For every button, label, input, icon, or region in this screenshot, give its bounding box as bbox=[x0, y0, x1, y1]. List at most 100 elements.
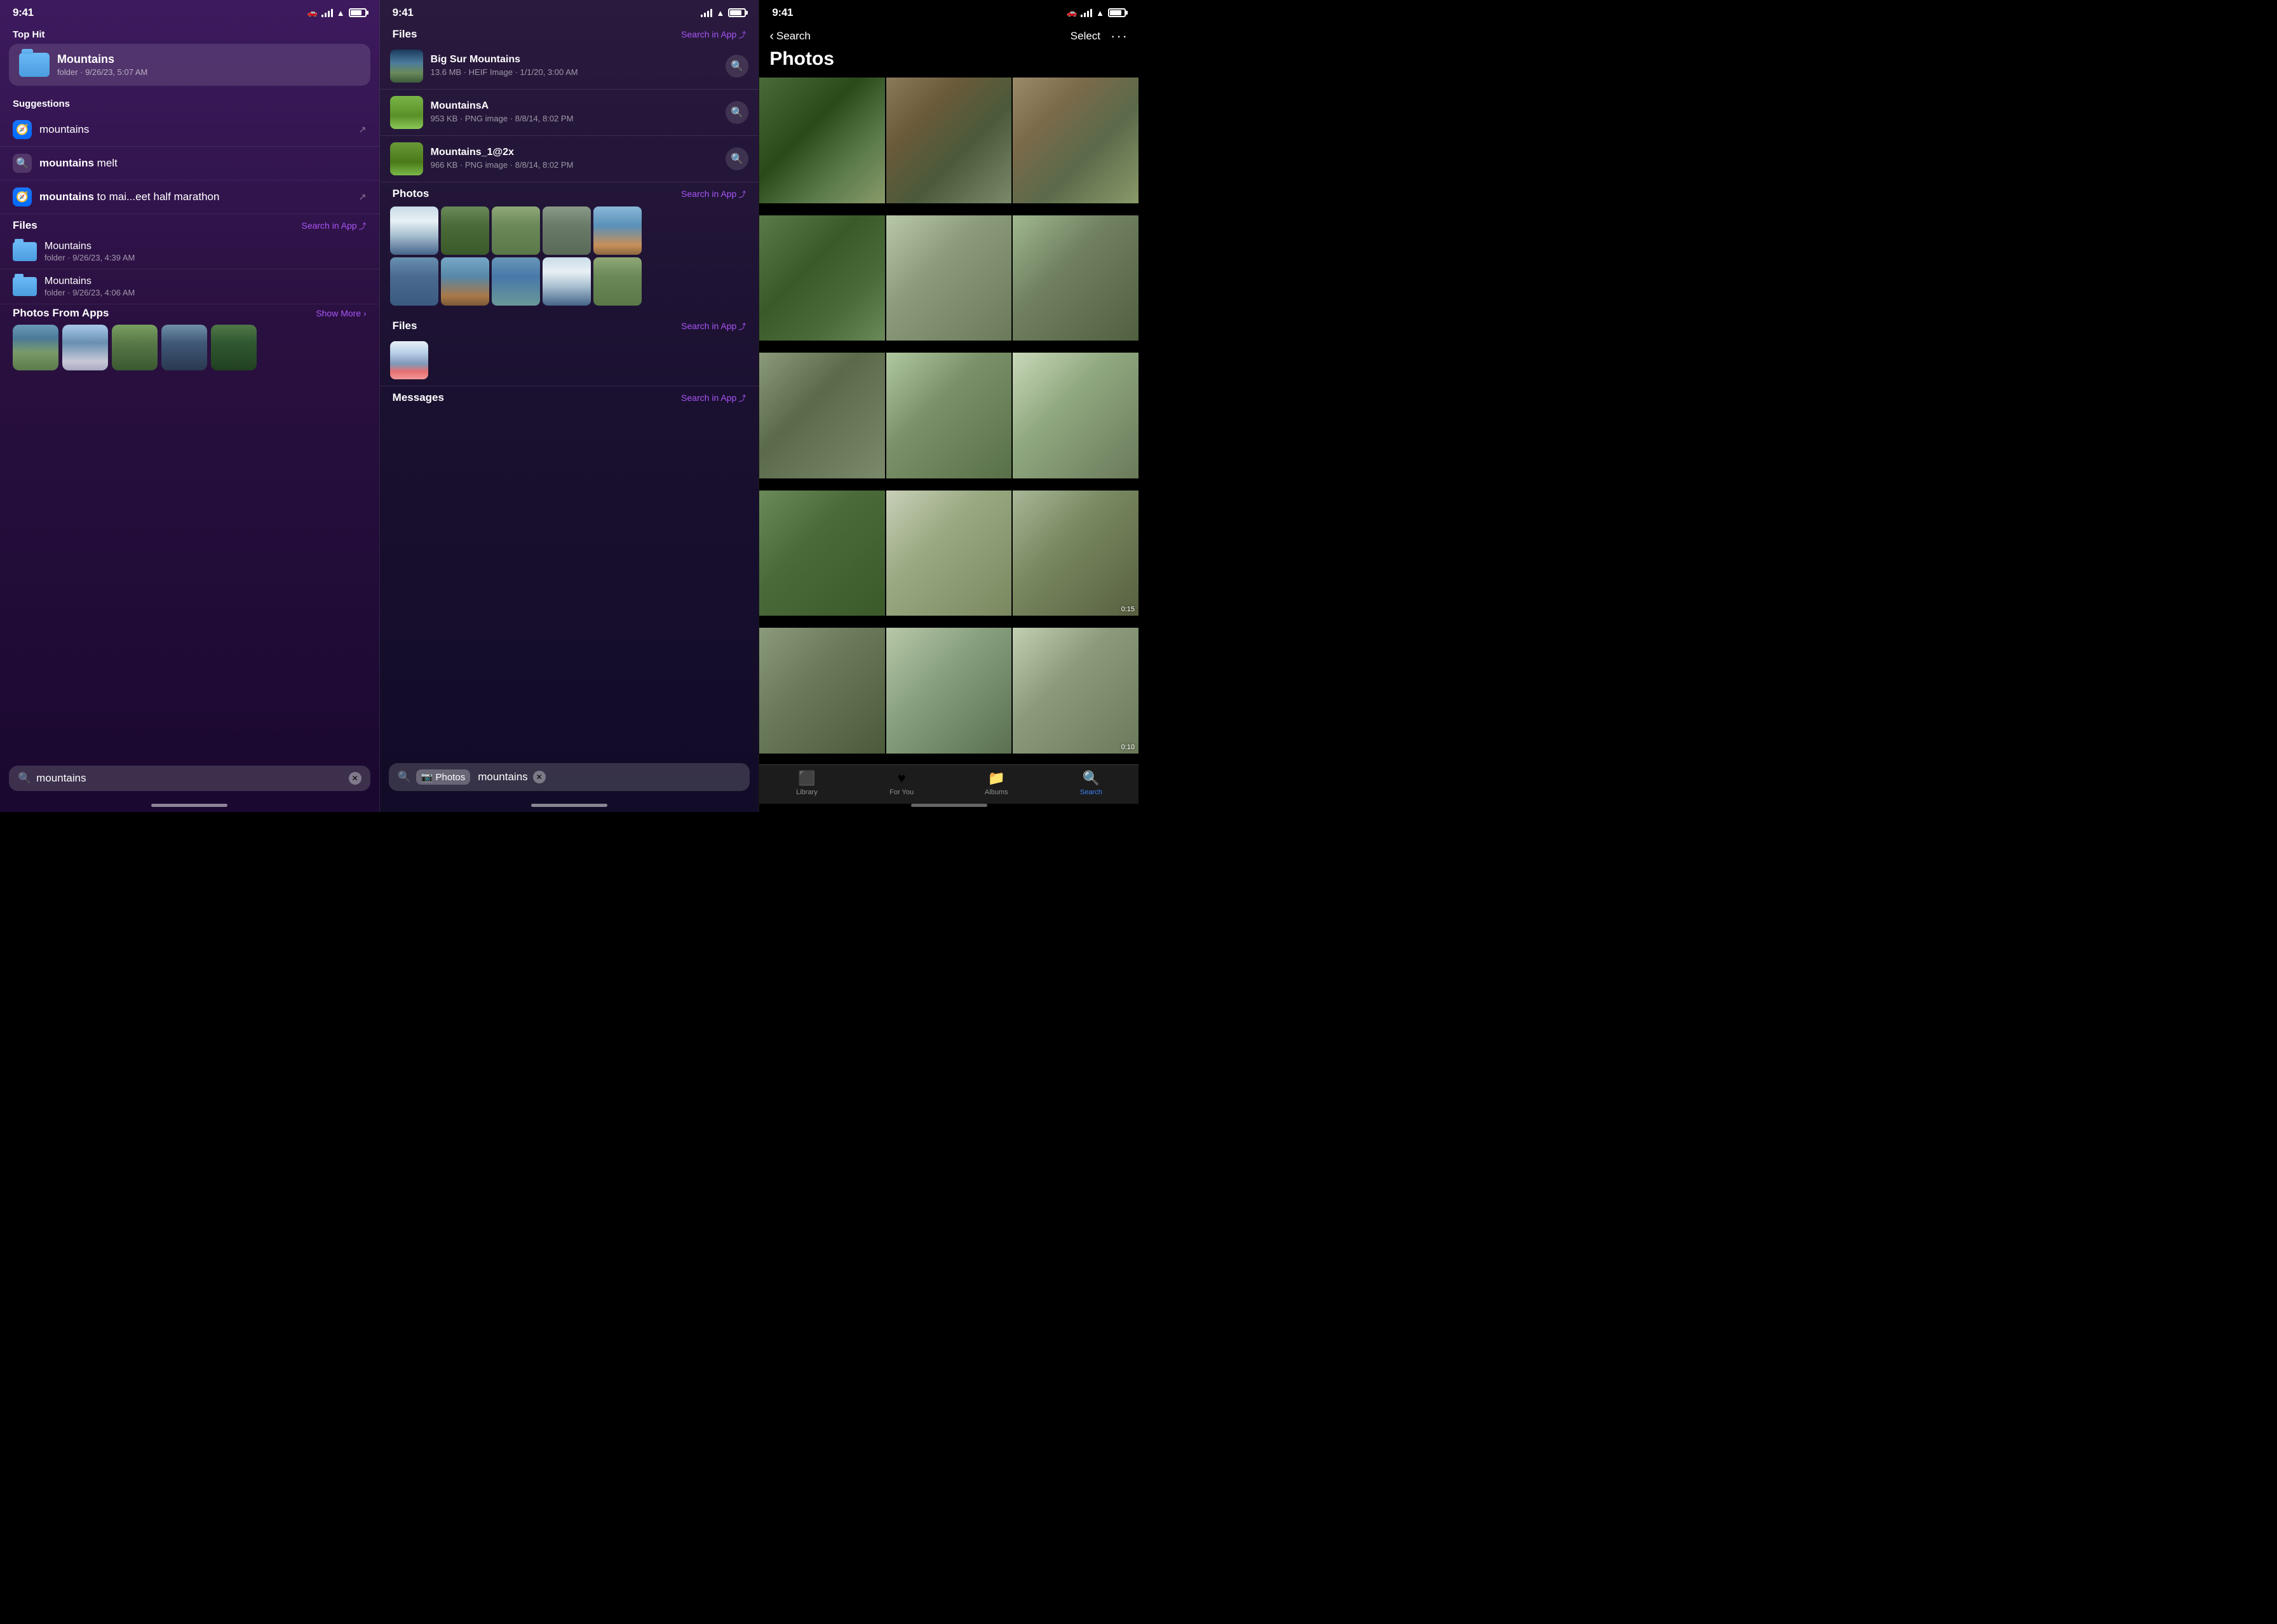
search-text-2[interactable]: mountains bbox=[478, 771, 527, 783]
clear-button-2[interactable]: ✕ bbox=[533, 771, 546, 783]
app-photo-4[interactable] bbox=[161, 325, 207, 370]
file-result-mountains1[interactable]: Mountains_1@2x 966 KB · PNG image · 8/8/… bbox=[380, 136, 759, 182]
app-photo-3[interactable] bbox=[112, 325, 158, 370]
photo-cell-6[interactable] bbox=[1013, 215, 1138, 341]
status-time-3: 9:41 bbox=[772, 6, 793, 19]
spotlight-search-panel: 9:41 🚗 ▲ Top Hit Mountains folder · 9/26… bbox=[0, 0, 379, 812]
tab-for-you[interactable]: ♥ For You bbox=[855, 770, 949, 796]
file-result-mountainsa[interactable]: MountainsA 953 KB · PNG image · 8/8/14, … bbox=[380, 90, 759, 136]
search-button-mountainsa[interactable]: 🔍 bbox=[726, 101, 748, 124]
search-bar-2[interactable]: 🔍 📷 Photos mountains ✕ bbox=[389, 763, 750, 791]
file-thumb-mountains1 bbox=[390, 142, 423, 175]
photo-cell-13[interactable] bbox=[759, 628, 885, 754]
file-info-mountains1: Mountains_1@2x 966 KB · PNG image · 8/8/… bbox=[431, 147, 719, 171]
photo-cell-1[interactable] bbox=[759, 78, 885, 203]
search-button-bigsur[interactable]: 🔍 bbox=[726, 55, 748, 78]
photo-cell-8[interactable] bbox=[886, 353, 1012, 478]
photo-thumb-p2-10[interactable] bbox=[593, 257, 642, 306]
tab-library-label: Library bbox=[796, 788, 818, 796]
search-icon-bar-2: 🔍 bbox=[398, 771, 411, 783]
photo-thumb-p2-5[interactable] bbox=[593, 206, 642, 255]
app-photo-1[interactable] bbox=[13, 325, 58, 370]
suggestion-item-search-1[interactable]: 🔍 mountains melt bbox=[0, 147, 379, 180]
more-button[interactable]: ··· bbox=[1111, 28, 1128, 44]
photo-thumb-p2-8[interactable] bbox=[492, 257, 540, 306]
external-link-icon-1: ⤴ bbox=[359, 220, 367, 231]
search-button-mountains1[interactable]: 🔍 bbox=[726, 147, 748, 170]
messages-section-header: Messages Search in App ⤴ bbox=[380, 386, 759, 407]
arrow-icon-2: ↗ bbox=[358, 191, 367, 203]
status-time-2: 9:41 bbox=[393, 6, 414, 19]
top-hit-label: Top Hit bbox=[0, 23, 379, 44]
tab-foryou-label: For You bbox=[889, 788, 914, 796]
clear-button-1[interactable]: ✕ bbox=[349, 772, 361, 785]
external-link-icon-4: ⤴ bbox=[738, 321, 746, 332]
photo-thumb-p2-9[interactable] bbox=[543, 257, 591, 306]
photo-cell-9[interactable] bbox=[1013, 353, 1138, 478]
file-item-1[interactable]: Mountains folder · 9/26/23, 4:39 AM bbox=[0, 234, 379, 269]
photo-thumb-p2-1[interactable] bbox=[390, 206, 438, 255]
file-result-bigsur[interactable]: Big Sur Mountains 13.6 MB · HEIF Image ·… bbox=[380, 43, 759, 90]
file-info-mountainsa: MountainsA 953 KB · PNG image · 8/8/14, … bbox=[431, 100, 719, 125]
photo-thumb-p2-4[interactable] bbox=[543, 206, 591, 255]
files-search-in-app-1[interactable]: Search in App ⤴ bbox=[301, 220, 366, 231]
status-icons-3: 🚗 ▲ bbox=[1067, 8, 1126, 18]
top-hit-card[interactable]: Mountains folder · 9/26/23, 5:07 AM bbox=[9, 44, 370, 86]
tab-albums[interactable]: 📁 Albums bbox=[949, 770, 1044, 796]
photo-thumb-p2-3[interactable] bbox=[492, 206, 540, 255]
tab-search[interactable]: 🔍 Search bbox=[1044, 770, 1138, 796]
photo-thumb-p2-7[interactable] bbox=[441, 257, 489, 306]
photos-title: Photos bbox=[769, 47, 1128, 74]
search-bar-1[interactable]: 🔍 mountains ✕ bbox=[9, 766, 370, 791]
suggestion-item-safari-2[interactable]: 🧭 mountains to mai...eet half marathon ↗ bbox=[0, 180, 379, 214]
select-button[interactable]: Select bbox=[1071, 30, 1100, 43]
photo-cell-14[interactable] bbox=[886, 628, 1012, 754]
video-duration-1: 0:15 bbox=[1121, 606, 1135, 613]
external-link-icon-2: ⤴ bbox=[738, 29, 746, 40]
external-link-icon-5: ⤴ bbox=[738, 393, 746, 403]
back-label: Search bbox=[776, 30, 811, 43]
suggestion-item-safari-1[interactable]: 🧭 mountains ↗ bbox=[0, 113, 379, 147]
app-photo-2[interactable] bbox=[62, 325, 108, 370]
home-indicator-2 bbox=[531, 804, 607, 807]
photo-cell-12[interactable]: 0:15 bbox=[1013, 491, 1138, 616]
files-search-panel: 9:41 ▲ Files Search in App ⤴ Big Sur Mou… bbox=[379, 0, 759, 812]
photo-cell-3[interactable] bbox=[1013, 78, 1138, 203]
file-name-1: Mountains bbox=[44, 241, 135, 252]
photos-row-2 bbox=[390, 257, 749, 306]
photo-cell-11[interactable] bbox=[886, 491, 1012, 616]
files-label-1: Files bbox=[13, 219, 37, 232]
top-hit-meta: folder · 9/26/23, 5:07 AM bbox=[57, 67, 147, 77]
back-button[interactable]: ‹ Search bbox=[769, 29, 811, 44]
messages-search-in-app[interactable]: Search in App ⤴ bbox=[681, 393, 746, 403]
tab-library[interactable]: ⬛ Library bbox=[759, 770, 854, 796]
home-indicator-3 bbox=[911, 804, 987, 807]
photo-cell-10[interactable] bbox=[759, 491, 885, 616]
photos-search-in-app[interactable]: Search in App ⤴ bbox=[681, 189, 746, 200]
photo-cell-7[interactable] bbox=[759, 353, 885, 478]
show-more-button[interactable]: Show More › bbox=[316, 308, 366, 318]
wifi-icon-3: ▲ bbox=[1096, 8, 1104, 18]
photo-cell-5[interactable] bbox=[886, 215, 1012, 341]
safari-icon-1: 🧭 bbox=[13, 120, 32, 139]
photos-app-panel: 9:41 🚗 ▲ ‹ Search Select ··· bbox=[759, 0, 1138, 812]
search-input-1[interactable]: mountains bbox=[36, 772, 344, 785]
files2-search-in-app[interactable]: Search in App ⤴ bbox=[681, 321, 746, 332]
tab-bar: ⬛ Library ♥ For You 📁 Albums 🔍 Search bbox=[759, 764, 1138, 804]
file-item-2[interactable]: Mountains folder · 9/26/23, 4:06 AM bbox=[0, 269, 379, 304]
photo-cell-2[interactable] bbox=[886, 78, 1012, 203]
photo-thumb-p2-2[interactable] bbox=[441, 206, 489, 255]
files-search-in-app-2[interactable]: Search in App ⤴ bbox=[681, 29, 746, 40]
file-thumb-bigsur bbox=[390, 50, 423, 83]
photo-cell-4[interactable] bbox=[759, 215, 885, 341]
file-info-2: Mountains folder · 9/26/23, 4:06 AM bbox=[44, 276, 135, 297]
file-result-name-mountains1: Mountains_1@2x bbox=[431, 147, 719, 158]
photo-cell-15[interactable]: 0:10 bbox=[1013, 628, 1138, 754]
for-you-icon: ♥ bbox=[898, 770, 906, 787]
app-photo-5[interactable] bbox=[211, 325, 257, 370]
folder-icon-sm-2 bbox=[13, 277, 37, 296]
photo-thumb-p2-6[interactable] bbox=[390, 257, 438, 306]
file-result-files2[interactable] bbox=[380, 335, 759, 386]
search-chip[interactable]: 📷 Photos bbox=[416, 769, 470, 785]
albums-icon: 📁 bbox=[988, 770, 1005, 787]
